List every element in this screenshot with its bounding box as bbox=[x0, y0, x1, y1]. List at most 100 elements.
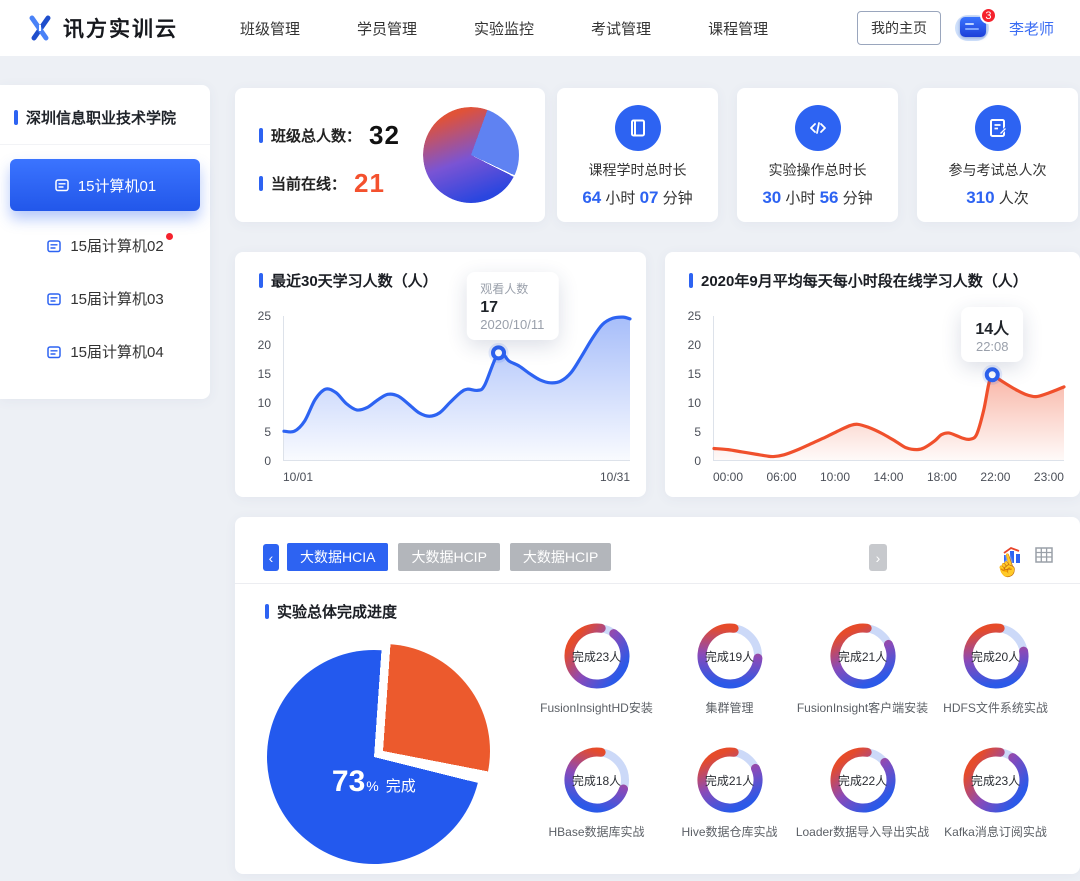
value-unit: 分钟 bbox=[659, 190, 693, 207]
y-tick-label: 0 bbox=[264, 454, 271, 468]
nav-item[interactable]: 课程管理 bbox=[708, 18, 768, 39]
experiment-donut[interactable]: 完成21人 Hive数据仓库实战 bbox=[663, 743, 796, 867]
class-online-pie-chart[interactable] bbox=[423, 107, 519, 203]
title-bar-accent bbox=[259, 273, 263, 288]
value-unit: 分钟 bbox=[839, 190, 873, 207]
divider bbox=[235, 583, 1080, 584]
tooltip-value: 14人 bbox=[975, 315, 1009, 339]
class-sidebar: 深圳信息职业技术学院 15计算机01 15届计算机02 bbox=[0, 85, 210, 399]
donut-name: Kafka消息订阅实战 bbox=[944, 823, 1047, 840]
sidebar-class-item[interactable]: 15计算机01 bbox=[10, 159, 200, 211]
card-value: 310 人次 bbox=[917, 187, 1078, 208]
user-avatar[interactable]: 3 bbox=[955, 11, 995, 45]
y-axis: 2520151050 bbox=[677, 316, 707, 461]
my-homepage-button[interactable]: 我的主页 bbox=[857, 11, 941, 45]
donut-ring-chart: 完成22人 bbox=[826, 743, 900, 817]
course-tab[interactable]: 大数据HCIA bbox=[287, 543, 388, 571]
class-label: 15届计算机04 bbox=[70, 341, 163, 362]
line-chart-plot[interactable]: 14人 22:08 bbox=[713, 316, 1064, 461]
table-view-icon[interactable] bbox=[1034, 545, 1054, 565]
section-title-row: 实验总体完成进度 bbox=[265, 601, 397, 622]
area-chart bbox=[284, 316, 630, 460]
title-bar-accent bbox=[259, 176, 263, 191]
donut-center-label: 完成23人 bbox=[560, 619, 634, 693]
code-icon bbox=[795, 105, 841, 151]
value-number: 30 bbox=[762, 188, 781, 207]
class-icon bbox=[46, 344, 62, 360]
class-icon bbox=[54, 177, 70, 193]
class-label: 15届计算机02 bbox=[70, 235, 163, 256]
experiment-donut[interactable]: 完成18人 HBase数据库实战 bbox=[530, 743, 663, 867]
overall-completion-pie-chart[interactable]: 73 % 完成 bbox=[271, 647, 485, 861]
tab-list: 大数据HCIA 大数据HCIP 大数据HCIP bbox=[287, 543, 611, 571]
value-number: 56 bbox=[820, 188, 839, 207]
class-label: 15届计算机03 bbox=[70, 288, 163, 309]
donut-ring-chart: 完成20人 bbox=[959, 619, 1033, 693]
experiment-donut[interactable]: 完成22人 Loader数据导入导出实战 bbox=[796, 743, 929, 867]
line-chart-plot[interactable]: 观看人数 17 2020/10/11 bbox=[283, 316, 630, 461]
nav-item[interactable]: 考试管理 bbox=[591, 18, 651, 39]
y-tick-label: 5 bbox=[264, 425, 271, 439]
experiment-donut[interactable]: 完成21人 FusionInsight客户端安装 bbox=[796, 619, 929, 743]
title-bar-accent bbox=[259, 128, 263, 143]
donut-center-label: 完成19人 bbox=[693, 619, 767, 693]
donut-name: 集群管理 bbox=[705, 699, 753, 716]
app-logo[interactable]: 讯方实训云 bbox=[26, 13, 178, 43]
value-number: 64 bbox=[582, 188, 601, 207]
online-label: 当前在线： bbox=[271, 173, 346, 194]
value-number: 07 bbox=[640, 188, 659, 207]
exam-count-card: 参与考试总人次 310 人次 bbox=[917, 88, 1078, 222]
sidebar-class-item[interactable]: 15届计算机04 bbox=[0, 325, 210, 378]
chart-title: 2020年9月平均每天每小时段在线学习人数（人） bbox=[701, 270, 1028, 291]
value-unit: 人次 bbox=[995, 190, 1029, 207]
chart-tooltip: 观看人数 17 2020/10/11 bbox=[466, 272, 558, 340]
section-title: 实验总体完成进度 bbox=[277, 601, 397, 622]
experiment-donut[interactable]: 完成19人 集群管理 bbox=[663, 619, 796, 743]
username[interactable]: 李老师 bbox=[1009, 18, 1054, 39]
x-tick-label: 10:00 bbox=[820, 470, 850, 484]
y-tick-label: 25 bbox=[258, 309, 271, 323]
course-tab[interactable]: 大数据HCIP bbox=[398, 543, 499, 571]
sidebar-class-item[interactable]: 15届计算机03 bbox=[0, 272, 210, 325]
sidebar-class-item[interactable]: 15届计算机02 bbox=[0, 219, 210, 272]
online-value: 21 bbox=[354, 168, 385, 199]
exam-icon bbox=[975, 105, 1021, 151]
x-tick-label: 14:00 bbox=[873, 470, 903, 484]
donut-ring-chart: 完成18人 bbox=[560, 743, 634, 817]
tabs-next-button[interactable]: › bbox=[869, 544, 887, 571]
course-tabs-row: ‹ 大数据HCIA 大数据HCIP 大数据HCIP › ☝ bbox=[263, 543, 1054, 573]
tabs-prev-button[interactable]: ‹ bbox=[263, 544, 279, 571]
chart-title-row: 最近30天学习人数（人） bbox=[235, 252, 646, 291]
value-unit: 小时 bbox=[601, 190, 639, 207]
learning-30days-chart-card: 最近30天学习人数（人） 2520151050 观看人数 17 2020/10/… bbox=[235, 252, 646, 497]
notification-badge[interactable]: 3 bbox=[980, 7, 997, 24]
nav-item[interactable]: 实验监控 bbox=[474, 18, 534, 39]
header-right: 我的主页 3 李老师 bbox=[857, 11, 1054, 45]
donut-name: Loader数据导入导出实战 bbox=[796, 823, 929, 840]
tooltip-value: 17 bbox=[480, 299, 544, 317]
percent-text: 完成 bbox=[386, 775, 416, 796]
class-total-label: 班级总人数： bbox=[271, 125, 361, 146]
nav-item[interactable]: 学员管理 bbox=[357, 18, 417, 39]
y-axis: 2520151050 bbox=[247, 316, 277, 461]
donut-name: FusionInsight客户端安装 bbox=[797, 699, 928, 716]
class-total-value: 32 bbox=[369, 120, 400, 151]
class-icon bbox=[46, 291, 62, 307]
x-tick-label: 22:00 bbox=[980, 470, 1010, 484]
nav-item[interactable]: 班级管理 bbox=[240, 18, 300, 39]
app-title: 讯方实训云 bbox=[63, 13, 178, 43]
experiment-donut[interactable]: 完成23人 FusionInsightHD安装 bbox=[530, 619, 663, 743]
school-name-header: 深圳信息职业技术学院 bbox=[0, 85, 210, 145]
logo-icon bbox=[26, 14, 54, 42]
tooltip-time: 22:08 bbox=[975, 339, 1009, 354]
experiment-donut[interactable]: 完成23人 Kafka消息订阅实战 bbox=[929, 743, 1062, 867]
y-tick-label: 20 bbox=[258, 338, 271, 352]
experiment-donut[interactable]: 完成20人 HDFS文件系统实战 bbox=[929, 619, 1062, 743]
donut-ring-chart: 完成21人 bbox=[693, 743, 767, 817]
pie-slice-complete bbox=[267, 650, 481, 864]
donut-name: HDFS文件系统实战 bbox=[943, 699, 1048, 716]
course-tab[interactable]: 大数据HCIP bbox=[510, 543, 611, 571]
donut-ring-chart: 完成23人 bbox=[560, 619, 634, 693]
main-nav: 班级管理 学员管理 实验监控 考试管理 课程管理 bbox=[240, 18, 768, 39]
chart-tooltip: 14人 22:08 bbox=[961, 307, 1023, 362]
